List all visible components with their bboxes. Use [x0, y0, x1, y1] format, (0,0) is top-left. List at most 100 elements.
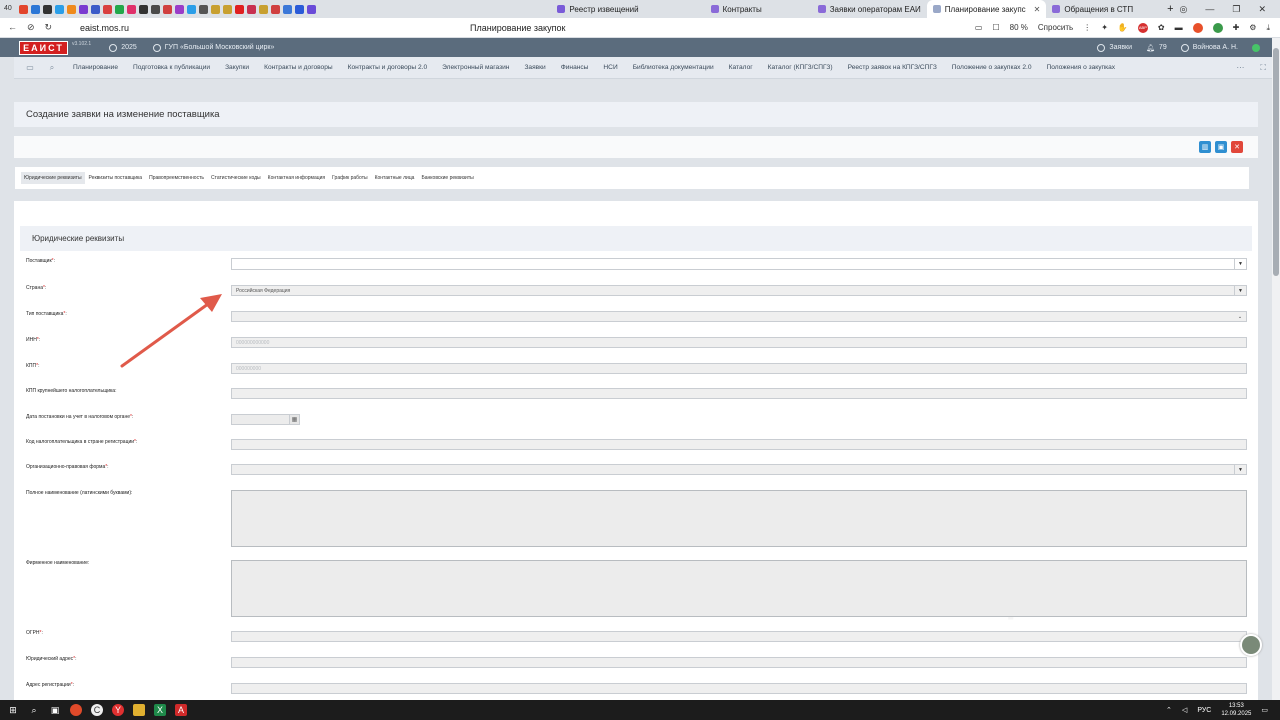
- full-name-latin-textarea[interactable]: [231, 490, 1247, 547]
- tab-succession[interactable]: Правопреемственность: [146, 172, 207, 184]
- menu-item-doc-library[interactable]: Библиотека документации: [633, 64, 714, 71]
- chrome-icon[interactable]: [70, 704, 82, 716]
- ask-button[interactable]: Спросить: [1038, 23, 1073, 32]
- browser-icon[interactable]: C: [91, 704, 103, 716]
- brand-name-textarea[interactable]: [231, 560, 1247, 617]
- chevron-down-icon[interactable]: ▼: [1234, 286, 1246, 295]
- inn-input[interactable]: 000000000000: [231, 337, 1247, 348]
- notifications-button[interactable]: 🔔︎ 79: [1146, 44, 1167, 52]
- extension-icon[interactable]: ✦: [1101, 23, 1108, 32]
- favicon-counter[interactable]: 40: [4, 5, 16, 14]
- menu-item-kpgz-registry[interactable]: Реестр заявок на КПГЗ/СПГЗ: [848, 64, 937, 71]
- reload-icon[interactable]: ↻: [45, 22, 53, 33]
- close-window-icon[interactable]: ✕: [1258, 4, 1266, 15]
- extensions-icon[interactable]: ◎: [1180, 4, 1188, 15]
- scrollbar-thumb[interactable]: [1273, 48, 1279, 276]
- favicon-icon[interactable]: [295, 4, 304, 14]
- page-scrollbar[interactable]: [1272, 38, 1280, 700]
- settings-icon[interactable]: ⚙: [1249, 23, 1256, 32]
- new-tab-button[interactable]: +: [1161, 0, 1179, 18]
- tab-contracts[interactable]: Контракты: [705, 0, 768, 18]
- menu-item-regulations[interactable]: Положения о закупках: [1046, 64, 1115, 71]
- tab-contact-info[interactable]: Контактная информация: [265, 172, 328, 184]
- supplier-type-select[interactable]: ⌄: [231, 311, 1247, 322]
- support-chat-avatar[interactable]: [1240, 634, 1262, 656]
- requests-button[interactable]: Заявки: [1097, 43, 1132, 52]
- favicon-icon[interactable]: [307, 4, 316, 14]
- tab-contact-persons[interactable]: Контактные лица: [372, 172, 418, 184]
- favicon-icon[interactable]: [55, 4, 64, 14]
- cancel-icon[interactable]: ⊘: [27, 22, 35, 33]
- tab-supplier-details[interactable]: Реквизиты поставщика: [86, 172, 146, 184]
- year-selector[interactable]: 2025: [109, 43, 137, 52]
- legal-address-input[interactable]: [231, 657, 1247, 668]
- favicon-icon[interactable]: [139, 4, 148, 14]
- menu-item-catalog[interactable]: Каталог: [729, 64, 753, 71]
- more-icon[interactable]: ⋯: [1236, 63, 1244, 73]
- language-indicator[interactable]: РУС: [1197, 707, 1211, 714]
- favicon-icon[interactable]: [235, 4, 244, 14]
- menu-item-nsi[interactable]: НСИ: [603, 64, 617, 71]
- extension-icon[interactable]: ▬: [1175, 23, 1183, 32]
- favicon-icon[interactable]: [115, 4, 124, 14]
- menu-item-contracts[interactable]: Контракты и договоры: [264, 64, 333, 71]
- user-menu[interactable]: Войнова А. Н.: [1180, 43, 1238, 52]
- favicon-icon[interactable]: [247, 4, 256, 14]
- url-field[interactable]: eaist.mos.ru: [80, 23, 470, 33]
- menu-item-requests[interactable]: Заявки: [524, 64, 545, 71]
- tab-work-schedule[interactable]: График работы: [329, 172, 370, 184]
- volume-icon[interactable]: ◁: [1182, 706, 1187, 714]
- chevron-down-icon[interactable]: ▼: [1234, 465, 1246, 474]
- yandex-browser-icon[interactable]: Y: [112, 704, 124, 716]
- download-icon[interactable]: ⤓: [1266, 23, 1270, 33]
- menu-item-purchases[interactable]: Закупки: [225, 64, 249, 71]
- tab-operator-requests[interactable]: Заявки операторам ЕАИ: [812, 0, 927, 18]
- zoom-indicator[interactable]: 80 %: [1010, 23, 1028, 32]
- windows-start-icon[interactable]: ⊞: [7, 704, 19, 716]
- kpp-largest-input[interactable]: [231, 388, 1247, 399]
- fullscreen-icon[interactable]: ⛶: [1260, 63, 1266, 73]
- search-icon[interactable]: ⌕: [46, 63, 58, 73]
- tab-statistic-codes[interactable]: Статистические коды: [208, 172, 264, 184]
- favicon-icon[interactable]: [175, 4, 184, 14]
- extension-icon[interactable]: ✿: [1158, 23, 1165, 32]
- more-icon[interactable]: ⋮: [1083, 23, 1091, 32]
- delete-button[interactable]: ▥: [1199, 141, 1211, 153]
- favicon-icon[interactable]: [283, 4, 292, 14]
- menu-item-catalog-kpgz[interactable]: Каталог (КПГЗ/СПГЗ): [768, 64, 833, 71]
- kpp-input[interactable]: 000000000: [231, 363, 1247, 374]
- menu-item-contracts-2[interactable]: Контракты и договоры 2.0: [348, 64, 428, 71]
- book-icon[interactable]: ▭: [24, 63, 36, 72]
- clock[interactable]: 13:53 12.09.2025: [1221, 702, 1251, 718]
- pdf-reader-icon[interactable]: A: [175, 704, 187, 716]
- favicon-icon[interactable]: [151, 4, 160, 14]
- organization-selector[interactable]: ГУП «Большой Московский цирк»: [152, 43, 274, 52]
- extension-icon[interactable]: [1212, 22, 1223, 33]
- supplier-select[interactable]: ▼: [231, 258, 1247, 270]
- bookmark-icon[interactable]: ☐: [992, 23, 999, 32]
- legal-form-select[interactable]: ▼: [231, 464, 1247, 475]
- tab-bank-details[interactable]: Банковские реквизиты: [418, 172, 476, 184]
- close-button[interactable]: ✕: [1231, 141, 1243, 153]
- tab-procurement-planning[interactable]: Планирование закупс ✕: [926, 0, 1047, 18]
- favicon-icon[interactable]: [259, 4, 268, 14]
- back-icon[interactable]: ←: [8, 22, 17, 33]
- minimize-icon[interactable]: —: [1205, 4, 1214, 15]
- app-logo[interactable]: ЕАИСТ: [19, 40, 68, 55]
- notifications-icon[interactable]: ▭: [1261, 706, 1268, 714]
- task-view-icon[interactable]: ▣: [49, 704, 61, 716]
- menu-item-regulations-2[interactable]: Положение о закупках 2.0: [952, 64, 1032, 71]
- favicon-icon[interactable]: [43, 4, 52, 14]
- registration-address-input[interactable]: [231, 683, 1247, 694]
- favicon-icon[interactable]: [31, 4, 40, 14]
- taxpayer-code-input[interactable]: [231, 439, 1247, 450]
- menu-item-finance[interactable]: Финансы: [561, 64, 589, 71]
- favicon-icon[interactable]: [163, 4, 172, 14]
- restore-icon[interactable]: ❐: [1232, 4, 1240, 15]
- menu-item-planning[interactable]: Планирование: [73, 64, 118, 71]
- favicon-icon[interactable]: [127, 4, 136, 14]
- chevron-down-icon[interactable]: ▼: [1234, 259, 1246, 269]
- favicon-icon[interactable]: [211, 4, 220, 14]
- favicon-icon[interactable]: [103, 4, 112, 14]
- reader-icon[interactable]: ▭: [975, 23, 983, 32]
